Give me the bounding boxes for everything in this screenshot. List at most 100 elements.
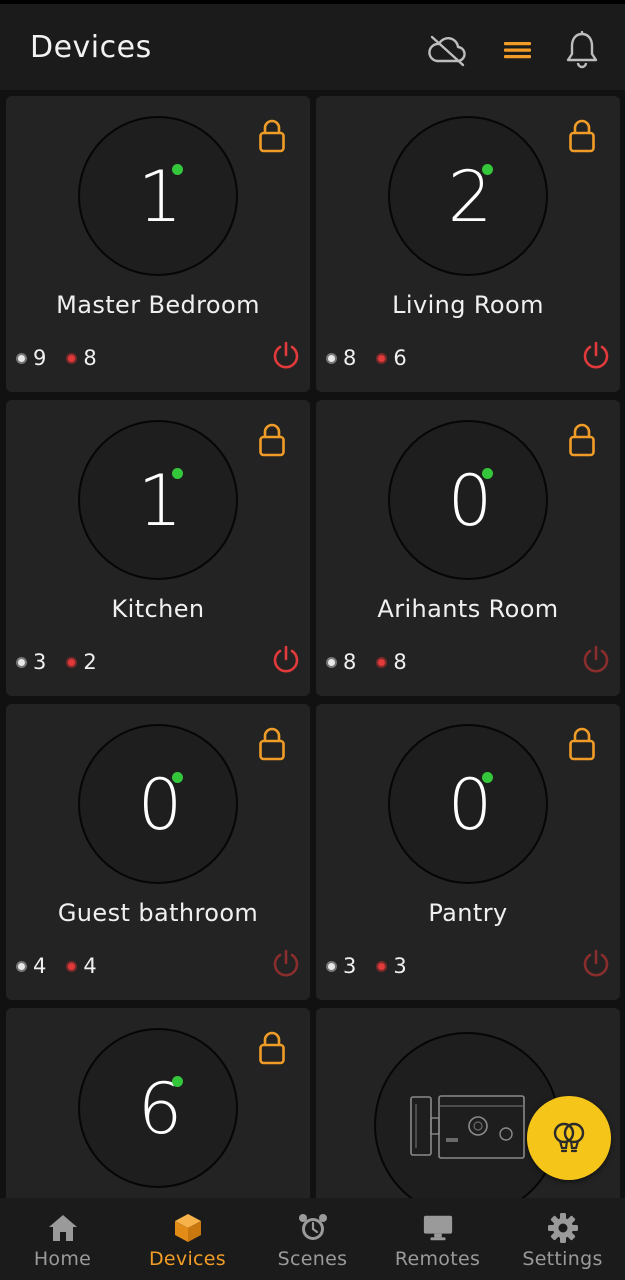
white-count: 3 <box>343 954 357 978</box>
white-dot-icon <box>16 960 27 972</box>
white-count: 8 <box>343 346 357 370</box>
red-count: 2 <box>83 650 97 674</box>
nav-item-settings[interactable]: Settings <box>500 1198 625 1280</box>
lock-icon[interactable] <box>258 726 286 762</box>
white-count: 9 <box>33 346 47 370</box>
device-count: 2 <box>447 156 493 238</box>
red-dot-icon <box>376 960 388 972</box>
top-app-bar: Devices <box>0 0 625 90</box>
red-dot-icon <box>376 656 388 668</box>
bell-icon[interactable] <box>562 30 602 70</box>
monitor-icon <box>422 1212 454 1244</box>
menu-icon[interactable] <box>498 30 538 70</box>
power-icon[interactable] <box>270 948 302 980</box>
red-count: 4 <box>83 954 97 978</box>
device-count: 6 <box>137 1068 183 1150</box>
red-count: 6 <box>393 346 407 370</box>
device-count-ring: 2 <box>388 116 548 276</box>
room-name: Living Room <box>392 291 544 319</box>
power-icon[interactable] <box>270 340 302 372</box>
room-card-guest-bathroom[interactable]: 0 Guest bathroom 4 4 <box>6 704 310 1000</box>
room-card-arihants-room[interactable]: 0 Arihants Room 8 8 <box>316 400 620 696</box>
nav-item-remotes[interactable]: Remotes <box>375 1198 500 1280</box>
room-stats: 8 6 <box>326 346 407 370</box>
device-count-ring: 0 <box>388 724 548 884</box>
online-status-dot <box>482 772 493 783</box>
white-dot-icon <box>326 960 337 972</box>
nav-label: Scenes <box>277 1248 348 1270</box>
cube-icon <box>172 1212 204 1244</box>
alarm-clock-icon <box>297 1212 329 1244</box>
room-card-kitchen[interactable]: 1 Kitchen 3 2 <box>6 400 310 696</box>
nav-label: Settings <box>522 1248 603 1270</box>
room-name: Guest bathroom <box>57 899 259 927</box>
room-stats: 9 8 <box>16 346 97 370</box>
lock-icon[interactable] <box>258 422 286 458</box>
bulbs-fab-button[interactable] <box>527 1096 611 1180</box>
page-title: Devices <box>30 30 152 65</box>
device-count-ring: 0 <box>388 420 548 580</box>
device-count-ring: 1 <box>78 420 238 580</box>
lock-icon[interactable] <box>258 118 286 154</box>
power-icon[interactable] <box>580 340 612 372</box>
nav-item-home[interactable]: Home <box>0 1198 125 1280</box>
white-dot-icon <box>16 656 27 668</box>
nav-label: Remotes <box>394 1248 481 1270</box>
device-count-ring: 0 <box>78 724 238 884</box>
white-count: 8 <box>343 650 357 674</box>
bulbs-icon <box>553 1122 585 1153</box>
room-stats: 8 8 <box>326 650 407 674</box>
lock-icon[interactable] <box>258 1030 286 1066</box>
white-count: 3 <box>33 650 47 674</box>
red-dot-icon <box>66 960 78 972</box>
device-count-ring: 1 <box>78 116 238 276</box>
room-name: Kitchen <box>111 595 205 623</box>
online-status-dot <box>482 164 493 175</box>
red-dot-icon <box>376 352 388 364</box>
room-card-partial[interactable]: 6 <box>6 1008 310 1198</box>
nav-item-devices[interactable]: Devices <box>125 1198 250 1280</box>
nav-label: Devices <box>149 1248 226 1270</box>
nav-label: Home <box>33 1248 92 1270</box>
red-count: 8 <box>83 346 97 370</box>
online-status-dot <box>482 468 493 479</box>
camera-device-icon <box>410 1095 525 1159</box>
online-status-dot <box>172 164 183 175</box>
home-icon <box>47 1212 79 1244</box>
room-stats: 3 3 <box>326 954 407 978</box>
room-name: Pantry <box>428 899 508 927</box>
online-status-dot <box>172 468 183 479</box>
bottom-navigation: Home Devices Scenes Remotes Settings <box>0 1198 625 1280</box>
nav-item-scenes[interactable]: Scenes <box>250 1198 375 1280</box>
room-name: Master Bedroom <box>56 291 260 319</box>
red-count: 3 <box>393 954 407 978</box>
white-dot-icon <box>16 352 27 364</box>
gear-icon <box>547 1212 579 1244</box>
device-grid: 1 Master Bedroom 9 8 2 Living Room 8 6 1… <box>0 92 625 1198</box>
room-card-master-bedroom[interactable]: 1 Master Bedroom 9 8 <box>6 96 310 392</box>
red-dot-icon <box>66 656 78 668</box>
online-status-dot <box>172 772 183 783</box>
device-count: 1 <box>137 156 183 238</box>
white-dot-icon <box>326 656 337 668</box>
room-card-living-room[interactable]: 2 Living Room 8 6 <box>316 96 620 392</box>
room-stats: 3 2 <box>16 650 97 674</box>
lock-icon[interactable] <box>568 118 596 154</box>
device-count: 0 <box>137 764 183 846</box>
device-count-ring: 6 <box>78 1028 238 1188</box>
power-icon[interactable] <box>580 948 612 980</box>
device-count: 1 <box>137 460 183 542</box>
device-count: 0 <box>447 764 493 846</box>
room-card-pantry[interactable]: 0 Pantry 3 3 <box>316 704 620 1000</box>
power-icon[interactable] <box>580 644 612 676</box>
room-name: Arihants Room <box>377 595 559 623</box>
cloud-off-icon[interactable] <box>427 30 467 70</box>
online-status-dot <box>172 1076 183 1087</box>
lock-icon[interactable] <box>568 726 596 762</box>
red-dot-icon <box>66 352 78 364</box>
power-icon[interactable] <box>270 644 302 676</box>
room-stats: 4 4 <box>16 954 97 978</box>
white-dot-icon <box>326 352 337 364</box>
red-count: 8 <box>393 650 407 674</box>
lock-icon[interactable] <box>568 422 596 458</box>
